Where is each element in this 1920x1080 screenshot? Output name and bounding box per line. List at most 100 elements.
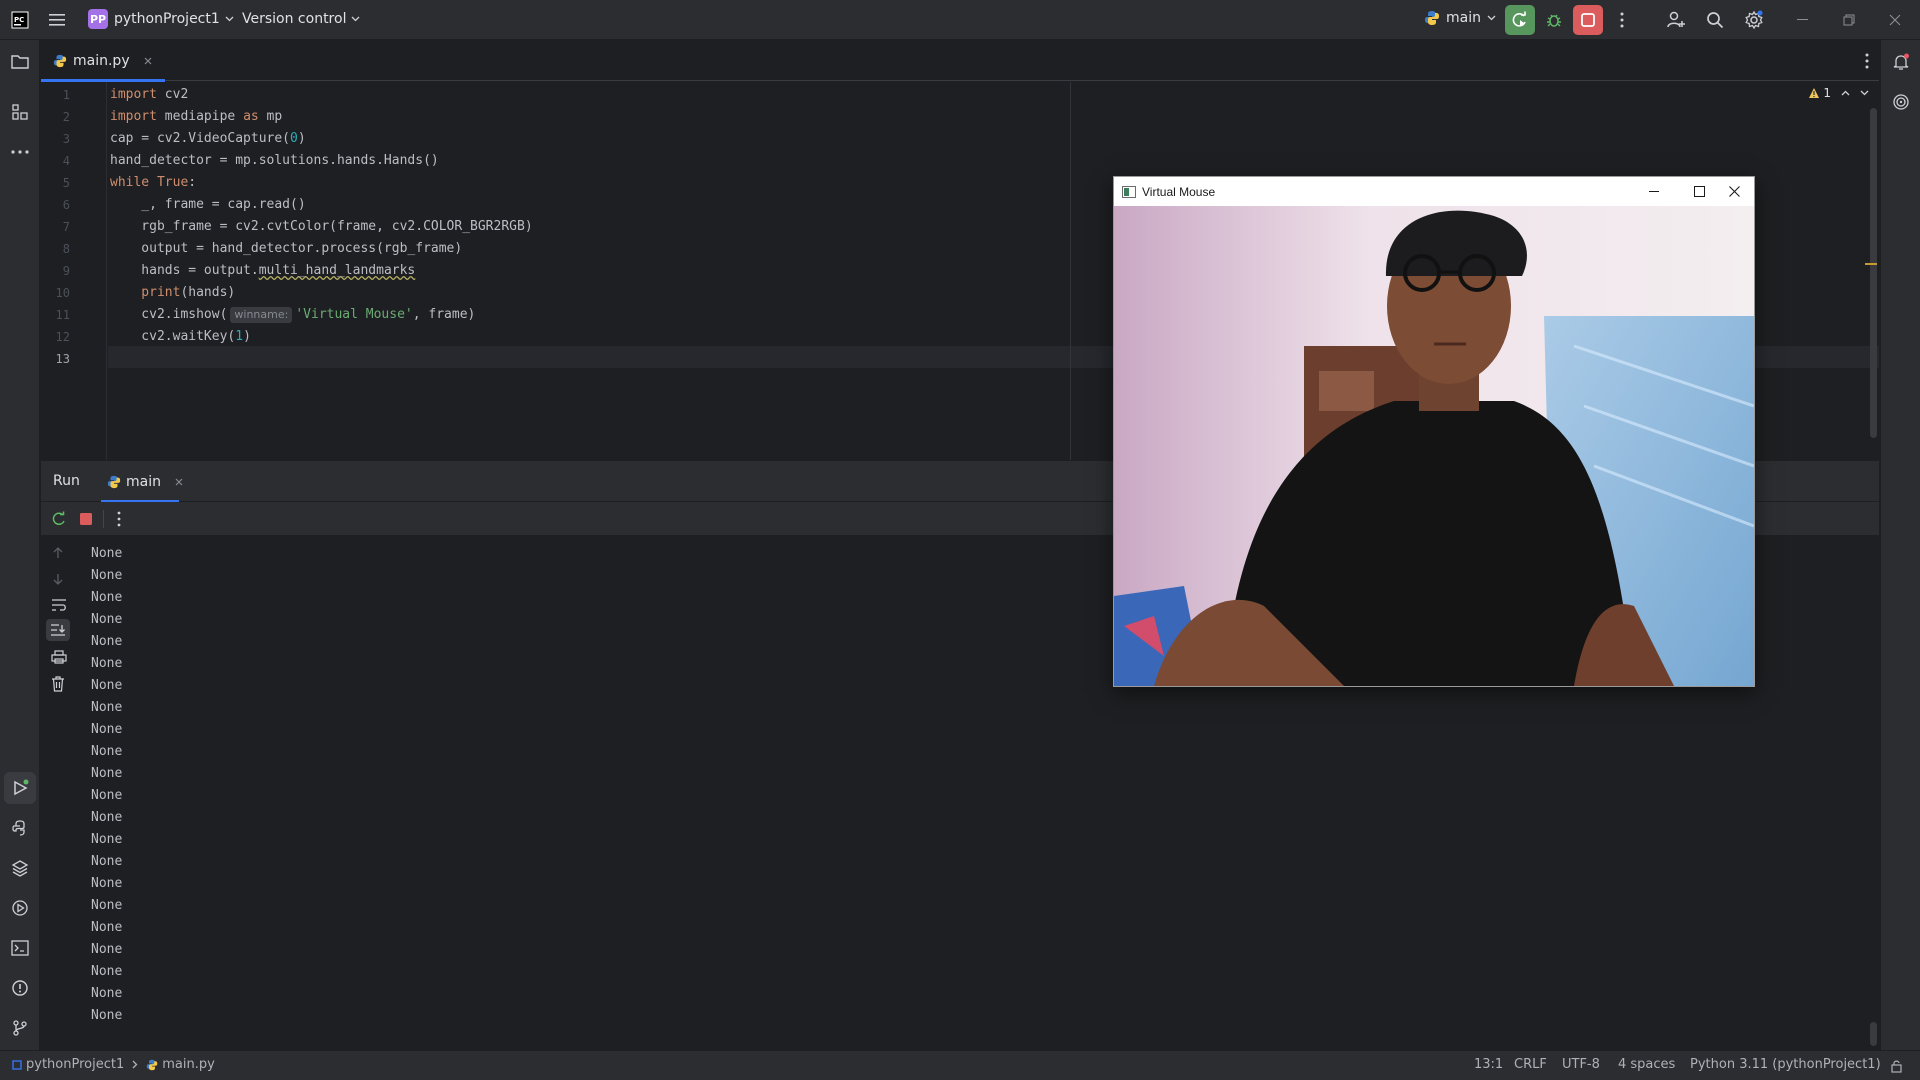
chevron-down-icon bbox=[351, 16, 360, 22]
structure-tool-button[interactable] bbox=[4, 96, 36, 128]
window-maximize-button[interactable] bbox=[1679, 177, 1719, 206]
project-name: pythonProject1 bbox=[114, 11, 220, 27]
problems-tool-button[interactable] bbox=[4, 972, 36, 1004]
git-branch-icon bbox=[13, 1020, 27, 1036]
chevron-right-icon bbox=[132, 1060, 138, 1069]
webcam-frame bbox=[1114, 206, 1754, 686]
rerun-icon bbox=[1512, 11, 1526, 27]
console-line: None bbox=[91, 546, 123, 561]
code-with-me-button[interactable] bbox=[1660, 4, 1692, 36]
terminal-tool-button[interactable] bbox=[4, 932, 36, 964]
restore-icon bbox=[1843, 14, 1855, 26]
services-tool-button[interactable] bbox=[4, 892, 36, 924]
close-tab-icon[interactable] bbox=[175, 478, 183, 486]
console-line: None bbox=[91, 678, 123, 693]
rerun-button[interactable] bbox=[51, 511, 67, 527]
more-tools-button[interactable] bbox=[4, 136, 36, 168]
line-number: 10 bbox=[55, 286, 70, 300]
run-panel-title: Run bbox=[53, 473, 80, 489]
more-actions-button[interactable] bbox=[1606, 4, 1638, 36]
debug-button[interactable] bbox=[1538, 4, 1570, 36]
python-packages-button[interactable] bbox=[4, 812, 36, 844]
run-config-selector[interactable]: main bbox=[1424, 10, 1496, 26]
tab-main-py[interactable]: main.py bbox=[41, 41, 165, 82]
main-menu-icon[interactable] bbox=[42, 4, 74, 36]
window-close-button[interactable] bbox=[1714, 177, 1754, 206]
virtual-mouse-window[interactable]: Virtual Mouse bbox=[1113, 176, 1755, 687]
console-line: None bbox=[91, 590, 123, 605]
code-line-12: cv2.waitKey(1) bbox=[110, 329, 251, 344]
git-tool-button[interactable] bbox=[4, 1012, 36, 1044]
console-line: None bbox=[91, 612, 123, 627]
console-line: None bbox=[91, 898, 123, 913]
add-user-icon bbox=[1667, 11, 1685, 28]
settings-button[interactable] bbox=[1738, 4, 1770, 36]
chevron-down-icon[interactable] bbox=[1860, 90, 1869, 96]
stop-icon bbox=[1581, 13, 1595, 27]
warning-count: 1 bbox=[1823, 86, 1831, 100]
indent-setting[interactable]: 4 spaces bbox=[1618, 1057, 1675, 1072]
restore-button[interactable] bbox=[1832, 4, 1866, 36]
inspection-widget[interactable]: 1 bbox=[1808, 86, 1869, 100]
project-switcher[interactable]: PP pythonProject1 bbox=[88, 9, 234, 29]
rerun-button[interactable] bbox=[1505, 5, 1535, 35]
console-line: None bbox=[91, 744, 123, 759]
breadcrumb-file[interactable]: main.py bbox=[162, 1057, 215, 1072]
scroll-to-end-button[interactable] bbox=[46, 619, 70, 641]
minimize-icon bbox=[1649, 190, 1659, 192]
scroll-up-button[interactable] bbox=[51, 546, 65, 560]
layers-tool-button[interactable] bbox=[4, 852, 36, 884]
close-tab-icon[interactable] bbox=[144, 57, 152, 65]
code-line-3: cap = cv2.VideoCapture(0) bbox=[110, 131, 306, 146]
run-more-button[interactable] bbox=[117, 511, 121, 527]
run-divider bbox=[103, 510, 104, 528]
print-button[interactable] bbox=[51, 650, 67, 664]
version-control-menu[interactable]: Version control bbox=[242, 11, 360, 27]
console-line: None bbox=[91, 876, 123, 891]
right-tool-stripe bbox=[1880, 40, 1920, 1050]
code-line-2: import mediapipe as mp bbox=[110, 109, 283, 124]
structure-icon bbox=[12, 104, 28, 120]
window-title-bar[interactable]: Virtual Mouse bbox=[1114, 177, 1754, 206]
chevron-up-icon[interactable] bbox=[1841, 90, 1850, 96]
minimize-button[interactable] bbox=[1786, 4, 1820, 36]
caret-position[interactable]: 13:1 bbox=[1474, 1057, 1503, 1072]
breadcrumb-project[interactable]: pythonProject1 bbox=[26, 1057, 124, 1072]
editor-tab-options-button[interactable] bbox=[1865, 53, 1869, 69]
stop-icon bbox=[80, 513, 92, 525]
minimize-icon bbox=[1797, 19, 1808, 20]
console-line: None bbox=[91, 656, 123, 671]
search-button[interactable] bbox=[1699, 4, 1731, 36]
warning-stripe-marker[interactable] bbox=[1865, 263, 1877, 265]
close-icon bbox=[1728, 186, 1740, 197]
line-number: 5 bbox=[62, 176, 70, 190]
ai-assistant-button[interactable] bbox=[1885, 86, 1917, 118]
line-number: 11 bbox=[55, 308, 70, 322]
line-separator[interactable]: CRLF bbox=[1514, 1057, 1547, 1072]
file-encoding[interactable]: UTF-8 bbox=[1562, 1057, 1600, 1072]
console-line: None bbox=[91, 722, 123, 737]
scroll-down-button[interactable] bbox=[51, 572, 65, 586]
editor-scrollbar[interactable] bbox=[1870, 108, 1877, 438]
soft-wrap-button[interactable] bbox=[51, 598, 67, 612]
window-minimize-button[interactable] bbox=[1634, 177, 1674, 206]
run-tab-main[interactable]: main bbox=[101, 461, 189, 503]
console-side-toolbar bbox=[41, 536, 77, 1050]
close-window-button[interactable] bbox=[1878, 4, 1912, 36]
run-icon bbox=[14, 779, 29, 796]
pycharm-logo-icon[interactable]: PC bbox=[4, 4, 36, 36]
search-icon bbox=[1707, 12, 1724, 29]
ai-assistant-icon bbox=[1893, 94, 1909, 110]
chevron-down-icon bbox=[225, 16, 234, 22]
notifications-button[interactable] bbox=[1885, 46, 1917, 78]
project-tool-button[interactable] bbox=[4, 46, 36, 78]
window-title: Virtual Mouse bbox=[1142, 184, 1216, 199]
lock-icon[interactable] bbox=[1890, 1059, 1904, 1073]
svg-text:PC: PC bbox=[14, 16, 24, 24]
run-tool-button[interactable] bbox=[4, 772, 36, 804]
console-scrollbar[interactable] bbox=[1870, 1022, 1877, 1046]
stop-run-button[interactable] bbox=[79, 512, 93, 526]
python-interpreter[interactable]: Python 3.11 (pythonProject1) bbox=[1690, 1057, 1881, 1072]
clear-all-button[interactable] bbox=[51, 676, 65, 692]
stop-button[interactable] bbox=[1573, 5, 1603, 35]
